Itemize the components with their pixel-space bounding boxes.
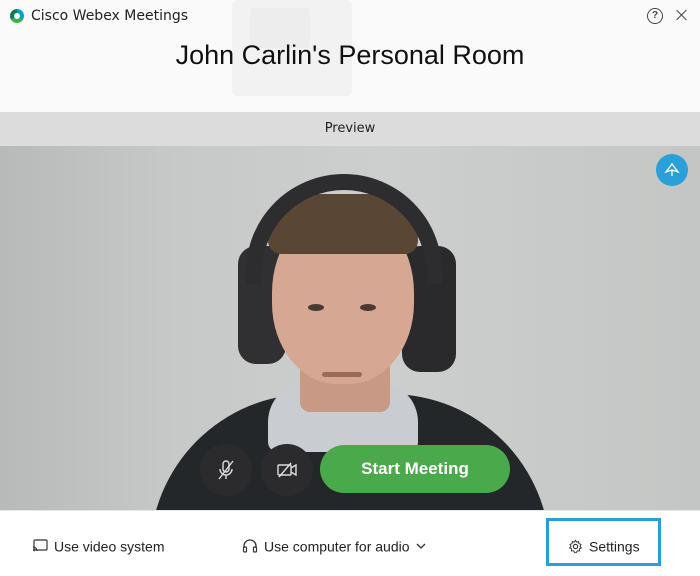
settings-button[interactable]: Settings [568, 535, 640, 555]
stop-video-button[interactable] [261, 444, 313, 496]
title-bar: Cisco Webex Meetings ? [0, 0, 700, 34]
video-preview: Start Meeting [0, 146, 700, 510]
chevron-down-icon [416, 543, 425, 550]
use-video-system-button[interactable]: Use video system [32, 535, 164, 555]
picture-in-picture-button[interactable] [656, 154, 688, 186]
gear-icon [568, 539, 583, 553]
bottom-toolbar: Use video system Use computer for audio … [0, 510, 700, 576]
help-icon[interactable]: ? [647, 8, 663, 24]
room-title: John Carlin's Personal Room [175, 40, 525, 70]
person-eye [308, 304, 324, 311]
person-eye [360, 304, 376, 311]
app-title: Cisco Webex Meetings [31, 8, 189, 24]
use-video-system-label: Use video system [54, 538, 165, 555]
picture-in-picture-icon [664, 162, 680, 176]
mute-button[interactable] [200, 444, 252, 496]
audio-option-label: Use computer for audio [264, 538, 410, 555]
start-meeting-button[interactable]: Start Meeting [320, 445, 510, 493]
headset-icon [242, 539, 258, 553]
person-mouth [322, 372, 362, 377]
cast-icon [32, 539, 48, 552]
microphone-muted-icon [218, 460, 234, 480]
preview-label: Preview [0, 112, 700, 146]
audio-option-dropdown[interactable]: Use computer for audio [242, 535, 426, 555]
webex-logo-icon [10, 9, 24, 23]
close-icon[interactable] [672, 5, 692, 25]
webex-window: Cisco Webex Meetings ? John Carlin's Per… [0, 0, 700, 576]
video-off-icon [277, 462, 297, 478]
headphone-band [246, 174, 442, 284]
settings-label: Settings [589, 538, 640, 555]
